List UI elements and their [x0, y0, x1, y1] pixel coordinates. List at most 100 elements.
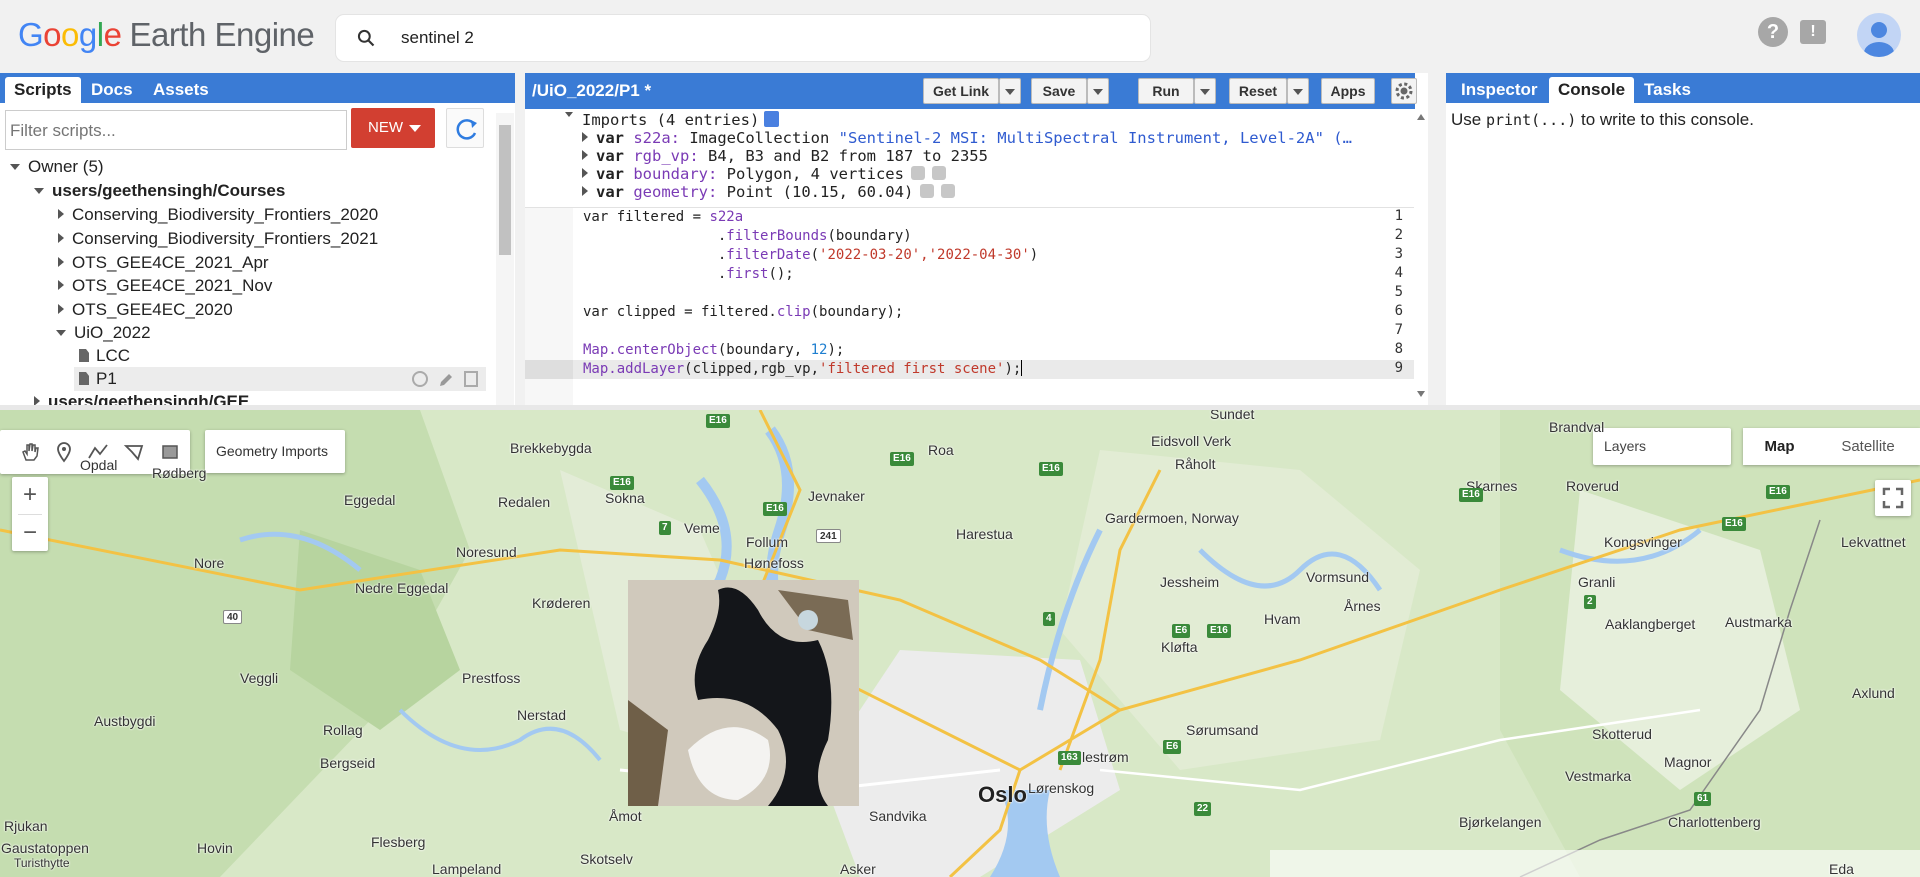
line-number: 4	[1394, 265, 1403, 281]
delete-icon[interactable]	[464, 371, 478, 387]
place-label: Roverud	[1566, 478, 1619, 494]
place-label: Jevnaker	[808, 488, 865, 504]
code-line[interactable]: .filterBounds(boundary)	[583, 227, 912, 246]
place-label: Åmot	[609, 808, 642, 824]
line-number: 5	[1394, 284, 1403, 300]
tree-item-folder[interactable]: UiO_2022	[56, 321, 151, 345]
tree-item-folder[interactable]: Conserving_Biodiversity_Frontiers_2021	[58, 227, 378, 251]
tree-item-owner[interactable]: Owner (5)	[10, 155, 104, 179]
place-label: Rollag	[323, 722, 363, 738]
save-button[interactable]: Save	[1031, 78, 1087, 104]
zoom-in-button[interactable]: +	[12, 477, 48, 513]
road-shield: 61	[1694, 792, 1712, 806]
code-line[interactable]: .filterDate('2022-03-20','2022-04-30')	[583, 246, 1038, 265]
tab-scripts[interactable]: Scripts	[5, 77, 81, 103]
editor-toolbar: /UiO_2022/P1 * Get Link Save Run Reset A…	[525, 73, 1417, 109]
scroll-up-icon[interactable]	[1417, 114, 1425, 120]
line-number: 8	[1394, 341, 1403, 357]
settings-button[interactable]	[1391, 78, 1417, 104]
code-line[interactable]: var filtered = s22a	[583, 208, 743, 227]
tree-item-folder[interactable]: Conserving_Biodiversity_Frontiers_2020	[58, 203, 378, 227]
code-line[interactable]: var clipped = filtered.clip(boundary);	[583, 303, 903, 322]
road-shield: 40	[223, 610, 243, 624]
scrollbar-thumb[interactable]	[499, 125, 511, 255]
help-icon[interactable]: ?	[1758, 17, 1788, 47]
reset-button[interactable]: Reset	[1229, 78, 1287, 104]
text-cursor	[1021, 360, 1023, 376]
place-label: Sandvika	[869, 808, 927, 824]
code-area[interactable]: 1 2 3 4 5 6 7 8 9 var filtered = s22a .f…	[525, 207, 1415, 406]
tab-inspector[interactable]: Inspector	[1452, 77, 1547, 103]
filter-scripts-input[interactable]: Filter scripts...	[5, 110, 347, 150]
map-view[interactable]: Geometry Imports + − Layers Map Satellit…	[0, 410, 1920, 877]
pan-hand-icon[interactable]	[18, 440, 42, 464]
place-label: Skotselv	[580, 851, 633, 867]
search-input[interactable]: sentinel 2	[401, 28, 474, 48]
layers-button[interactable]: Layers	[1593, 428, 1731, 465]
run-button[interactable]: Run	[1138, 78, 1194, 104]
google-earth-engine-logo[interactable]: Google Earth Engine	[18, 16, 315, 54]
save-dropdown[interactable]	[1087, 78, 1109, 104]
map-type-satellite[interactable]: Satellite	[1816, 428, 1920, 465]
road-shield: E16	[890, 452, 914, 466]
place-label: Brandval	[1549, 419, 1605, 435]
get-link-dropdown[interactable]	[999, 78, 1021, 104]
line-number: 2	[1394, 227, 1403, 243]
road-shield: E6	[1163, 740, 1182, 754]
place-label: Sundet	[1210, 410, 1255, 422]
app-header: Google Earth Engine sentinel 2 ? !	[0, 0, 1920, 73]
place-label: Kongsvinger	[1604, 534, 1682, 550]
line-number: 6	[1394, 303, 1403, 319]
tab-tasks[interactable]: Tasks	[1635, 77, 1700, 103]
road-shield: E6	[1172, 624, 1191, 638]
tab-assets[interactable]: Assets	[144, 77, 218, 103]
get-link-button[interactable]: Get Link	[923, 78, 999, 104]
polygon-tool-icon[interactable]	[122, 440, 146, 464]
zoom-out-button[interactable]: −	[12, 515, 48, 551]
code-line[interactable]: Map.addLayer(clipped,rgb_vp,'filtered fi…	[583, 360, 1023, 379]
collapse-icon	[58, 304, 64, 314]
place-label: Rødberg	[152, 465, 207, 481]
refresh-button[interactable]	[446, 108, 484, 148]
tree-item-script-selected[interactable]: P1	[74, 367, 486, 391]
editor-scrollbar[interactable]	[1414, 109, 1428, 405]
search-box[interactable]: sentinel 2	[336, 15, 1150, 61]
place-label: Nerstad	[517, 707, 567, 723]
account-avatar[interactable]	[1857, 13, 1901, 57]
tab-docs[interactable]: Docs	[82, 77, 142, 103]
tree-item-repo[interactable]: users/geethensingh/GEE	[34, 390, 249, 405]
rectangle-tool-icon[interactable]	[158, 440, 182, 464]
rename-icon[interactable]	[438, 371, 454, 387]
code-line[interactable]: .first();	[583, 265, 794, 284]
geometry-imports-button[interactable]: Geometry Imports	[205, 430, 345, 473]
tree-item-script[interactable]: LCC	[79, 344, 130, 368]
tree-item-folder[interactable]: OTS_GEE4EC_2020	[58, 298, 233, 322]
tree-item-folder[interactable]: OTS_GEE4CE_2021_Nov	[58, 274, 272, 298]
gear-icon	[1395, 82, 1413, 100]
road-shield: E16	[1459, 488, 1483, 502]
history-icon[interactable]	[412, 371, 428, 387]
place-label: Eggedal	[344, 492, 396, 508]
fullscreen-button[interactable]	[1875, 480, 1911, 516]
scroll-down-icon[interactable]	[1417, 391, 1425, 397]
tree-item-folder[interactable]: OTS_GEE4CE_2021_Apr	[58, 251, 269, 275]
point-marker-icon[interactable]	[52, 440, 76, 464]
new-button[interactable]: NEW	[351, 108, 435, 148]
place-label: Austmarka	[1725, 614, 1792, 630]
place-label: Brekkebygda	[510, 440, 592, 456]
map-type-map[interactable]: Map	[1743, 428, 1816, 465]
refresh-icon	[456, 119, 477, 140]
run-dropdown[interactable]	[1194, 78, 1216, 104]
tab-console[interactable]: Console	[1549, 77, 1635, 103]
expand-icon	[34, 188, 44, 194]
code-line[interactable]: Map.centerObject(boundary, 12);	[583, 341, 844, 360]
apps-button[interactable]: Apps	[1321, 78, 1375, 104]
scripts-scrollbar[interactable]	[496, 113, 514, 405]
road-shield: 2	[1584, 595, 1596, 609]
feedback-icon[interactable]: !	[1800, 20, 1826, 44]
road-shield: 241	[816, 529, 841, 543]
panel-splitter-right[interactable]	[1428, 73, 1446, 405]
reset-dropdown[interactable]	[1287, 78, 1309, 104]
tree-item-repo[interactable]: users/geethensingh/Courses	[34, 179, 285, 203]
panel-splitter-left[interactable]	[515, 73, 525, 405]
